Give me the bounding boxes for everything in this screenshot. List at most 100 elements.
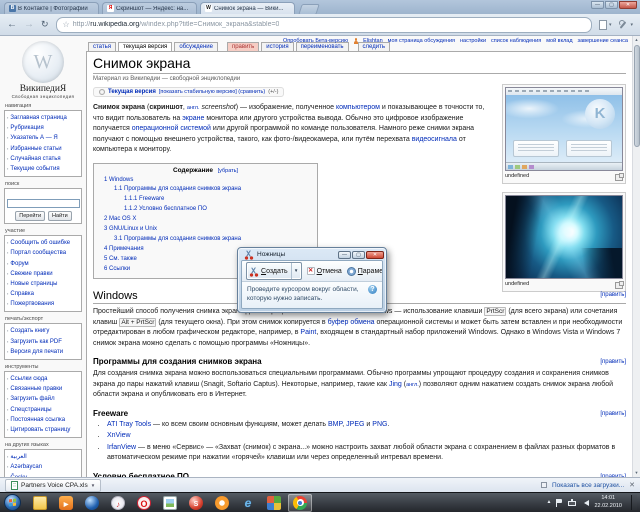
wiki-link[interactable]: ATI Tray Tools — [107, 421, 151, 428]
toc-entry[interactable]: 3.1 Программы для создания снимков экран… — [104, 235, 307, 245]
maximize-button[interactable]: ▢ — [605, 1, 618, 9]
address-bar[interactable]: ☆ http://ru.wikipedia.org/w/index.php?ti… — [56, 17, 592, 33]
sidebar-link[interactable]: Портал сообщества — [7, 248, 80, 258]
wiki-link[interactable]: XnView — [107, 432, 131, 439]
personal-link[interactable]: Опробовать Бета-версию — [283, 38, 348, 44]
wiki-link[interactable]: буфер обмена — [328, 319, 375, 326]
wiki-link[interactable]: IrfanView — [107, 444, 136, 451]
dialog-minimize-button[interactable]: — — [338, 251, 351, 259]
toc-entry[interactable]: 1.1.1 Freeware — [104, 195, 307, 205]
sidebar-link[interactable]: Заглавная страница — [7, 113, 80, 123]
search-button[interactable]: Перейти — [15, 211, 45, 221]
revision-status[interactable]: Текущая версия — [108, 89, 156, 95]
toc-entry[interactable]: 1.1.2 Условно бесплатное ПО — [104, 205, 307, 215]
edit-section-link[interactable]: [править] — [600, 411, 626, 417]
wiki-tab[interactable]: текущая версия — [118, 42, 172, 51]
action-center-flag-icon[interactable] — [556, 499, 563, 507]
page-scrollbar[interactable]: ▲ ▼ — [632, 36, 640, 477]
personal-link[interactable]: настройки — [460, 38, 486, 44]
taskbar-internet-explorer[interactable] — [236, 494, 260, 512]
tray-show-hidden-icon[interactable]: ▲ — [547, 500, 552, 505]
taskbar-chrome[interactable] — [288, 494, 312, 512]
scrollbar-thumb[interactable] — [634, 45, 640, 147]
revision-links[interactable]: [показать стабильную версию] (сравнить) — [159, 89, 265, 95]
create-dropdown-icon[interactable]: ▼ — [291, 263, 301, 279]
wiki-tab[interactable]: обсуждение — [174, 42, 218, 51]
toc-entry[interactable]: 1 Windows — [104, 176, 307, 186]
start-button[interactable] — [4, 494, 21, 511]
taskbar-orange-ring[interactable] — [210, 494, 234, 512]
wiki-link[interactable]: видеосигнала — [412, 136, 457, 143]
show-desktop-button[interactable] — [631, 495, 637, 510]
wiki-link[interactable]: англ. — [406, 382, 419, 388]
volume-icon[interactable] — [581, 500, 589, 506]
page-menu[interactable]: ▾ — [599, 20, 612, 30]
wiki-link[interactable]: операционной системой — [132, 125, 211, 132]
dialog-maximize-button[interactable]: ▢ — [352, 251, 365, 259]
sidebar-link[interactable]: Постоянная ссылка — [7, 415, 80, 425]
wiki-link[interactable]: JPEG — [346, 421, 364, 428]
scroll-up-icon[interactable]: ▲ — [633, 36, 640, 44]
scroll-down-icon[interactable]: ▼ — [633, 469, 640, 477]
download-caret-icon[interactable]: ▼ — [91, 483, 95, 488]
sidebar-link[interactable]: Указатель А — Я — [7, 133, 80, 143]
show-all-downloads-link[interactable]: Показать все загрузки... — [552, 482, 624, 489]
close-button[interactable]: ✕ — [619, 1, 637, 9]
personal-link[interactable]: список наблюдения — [491, 38, 541, 44]
nexuiz-screenshot-thumbnail[interactable] — [505, 195, 623, 279]
wiki-link[interactable]: Paint — [300, 329, 316, 336]
forward-icon[interactable]: → — [24, 20, 34, 30]
enlarge-icon[interactable] — [615, 282, 623, 289]
dialog-titlebar[interactable]: Ножницы — ▢ ✕ — [238, 248, 386, 260]
sidebar-link[interactable]: Форум — [7, 259, 80, 269]
taskbar-clock[interactable]: 14:01 22.02.2010 — [594, 495, 622, 510]
wiki-link[interactable]: экране — [182, 115, 204, 122]
sidebar-link[interactable]: Рубрикация — [7, 123, 80, 133]
sidebar-link[interactable]: Создать книгу — [7, 326, 80, 336]
browser-tab[interactable]: В Контакте | Фотографии — [4, 2, 99, 14]
download-item[interactable]: Partners Voice CPA.xls ▼ — [5, 479, 101, 492]
minimize-button[interactable]: — — [591, 1, 604, 9]
help-icon[interactable]: ? — [368, 285, 377, 294]
sidebar-link[interactable]: Свежие правки — [7, 269, 80, 279]
wiki-link[interactable]: Jing — [389, 381, 402, 388]
enlarge-icon[interactable] — [615, 174, 623, 181]
taskbar-image-viewer[interactable] — [158, 494, 182, 512]
options-button[interactable]: Параметры — [347, 267, 383, 276]
personal-link[interactable]: завершение сеанса — [578, 38, 628, 44]
sidebar-link[interactable]: Ссылки сюда — [7, 374, 80, 384]
taskbar-red-ball[interactable] — [184, 494, 208, 512]
create-snip-button[interactable]: Создать ▼ — [246, 262, 302, 280]
sidebar-link[interactable]: Сообщить об ошибке — [7, 238, 80, 248]
taskbar-media-player[interactable] — [54, 494, 78, 512]
sidebar-link[interactable]: Загрузить файл — [7, 394, 80, 404]
taskbar-itunes[interactable] — [106, 494, 130, 512]
personal-link[interactable]: мой вклад — [546, 38, 572, 44]
sidebar-link[interactable]: Azərbaycan — [7, 462, 80, 472]
taskbar-explorer[interactable] — [28, 494, 52, 512]
tools-menu[interactable]: ▾ — [618, 20, 633, 30]
kde-screenshot-thumbnail[interactable] — [505, 87, 623, 171]
toc-entry[interactable]: 3 GNU/Linux и Unix — [104, 225, 307, 235]
browser-tab[interactable]: Скриншот — Яндекс: на... — [102, 2, 197, 14]
wiki-tab[interactable]: править — [227, 42, 259, 51]
sidebar-link[interactable]: Избранные статьи — [7, 144, 80, 154]
search-button[interactable]: Найти — [48, 211, 72, 221]
sidebar-link[interactable]: Загрузить как PDF — [7, 337, 80, 347]
sidebar-link[interactable]: Связанные правки — [7, 384, 80, 394]
toc-hide-link[interactable]: [убрать] — [218, 168, 238, 174]
wiki-link[interactable]: компьютером — [336, 104, 380, 111]
dialog-close-button[interactable]: ✕ — [366, 251, 384, 259]
wiki-link[interactable]: BMP — [328, 421, 342, 428]
wiki-link[interactable]: англ. — [187, 105, 200, 111]
sidebar-link[interactable]: Случайная статья — [7, 154, 80, 164]
edit-section-link[interactable]: [править] — [600, 359, 626, 365]
sidebar-link[interactable]: Версия для печати — [7, 347, 80, 357]
edit-section-link[interactable]: [править] — [600, 292, 626, 298]
personal-link[interactable]: моя страница обсуждения — [388, 38, 455, 44]
network-icon[interactable] — [568, 499, 576, 506]
taskbar-games[interactable] — [262, 494, 286, 512]
taskbar-blue-globe[interactable] — [80, 494, 104, 512]
sidebar-link[interactable]: Текущие события — [7, 164, 80, 174]
sidebar-link[interactable]: Пожертвования — [7, 299, 80, 309]
